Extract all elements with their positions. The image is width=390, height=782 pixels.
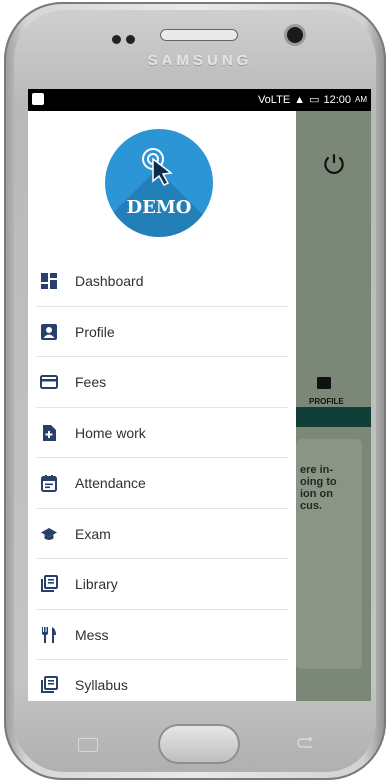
screen: VoLTE ▲ ▭ 12:00 AM PROFILE ere in- oing …	[28, 89, 371, 701]
recent-apps-key[interactable]	[78, 738, 98, 752]
calendar-icon	[41, 475, 57, 493]
menu-item-exam[interactable]: Exam	[28, 509, 296, 559]
menu-item-profile[interactable]: Profile	[28, 307, 296, 357]
volte-label: VoLTE	[257, 94, 291, 106]
menu-label: Exam	[75, 525, 111, 542]
menu-item-fees[interactable]: Fees	[28, 357, 296, 408]
sensor-dots	[112, 31, 140, 49]
demo-logo: DEMO	[105, 129, 213, 237]
drawer-menu: Dashboard Profile Fees Home work Attenda…	[28, 256, 296, 701]
signal-icon: ▲	[294, 94, 306, 106]
profile-card-icon	[317, 377, 331, 389]
profile-icon	[41, 323, 57, 340]
notification-icon	[32, 93, 44, 105]
front-camera	[287, 27, 303, 43]
menu-label: Attendance	[75, 475, 146, 492]
credit-card-icon	[40, 375, 58, 390]
earpiece-speaker	[160, 29, 238, 41]
menu-label: Library	[75, 576, 118, 593]
homework-icon	[43, 424, 56, 441]
status-time: 12:00	[323, 94, 351, 106]
brand-logo: SAMSUNG	[147, 52, 253, 69]
menu-label: Fees	[75, 374, 107, 391]
notice-text: ere in- oing to ion on cus.	[300, 464, 337, 512]
green-strip	[296, 407, 371, 427]
library-icon	[41, 575, 58, 593]
profile-label: PROFILE	[309, 397, 344, 406]
dashboard-icon	[41, 273, 57, 290]
syllabus-icon	[41, 676, 58, 694]
menu-label: Home work	[75, 424, 146, 441]
home-button[interactable]	[158, 724, 240, 764]
menu-item-dashboard[interactable]: Dashboard	[28, 256, 296, 307]
menu-label: Syllabus	[75, 677, 128, 694]
logo-text: DEMO	[126, 197, 192, 218]
menu-item-homework[interactable]: Home work	[28, 408, 296, 458]
status-icons: VoLTE ▲ ▭ 12:00 AM	[258, 93, 367, 107]
cursor-click-icon	[142, 148, 173, 186]
status-ampm: AM	[355, 95, 367, 104]
back-key-icon[interactable]	[296, 737, 314, 749]
menu-item-attendance[interactable]: Attendance	[28, 458, 296, 509]
menu-label: Profile	[75, 323, 115, 340]
menu-item-syllabus[interactable]: Syllabus	[28, 660, 296, 701]
status-bar: VoLTE ▲ ▭ 12:00 AM	[28, 89, 371, 111]
power-icon[interactable]	[321, 151, 347, 177]
navigation-drawer: DEMO Dashboard Profile Fees Home work At…	[28, 111, 296, 701]
battery-icon: ▭	[309, 94, 320, 106]
menu-item-library[interactable]: Library	[28, 559, 296, 610]
restaurant-icon	[42, 626, 56, 643]
graduation-cap-icon	[41, 527, 57, 540]
menu-item-mess[interactable]: Mess	[28, 610, 296, 660]
menu-label: Dashboard	[75, 273, 144, 290]
menu-label: Mess	[75, 626, 109, 643]
